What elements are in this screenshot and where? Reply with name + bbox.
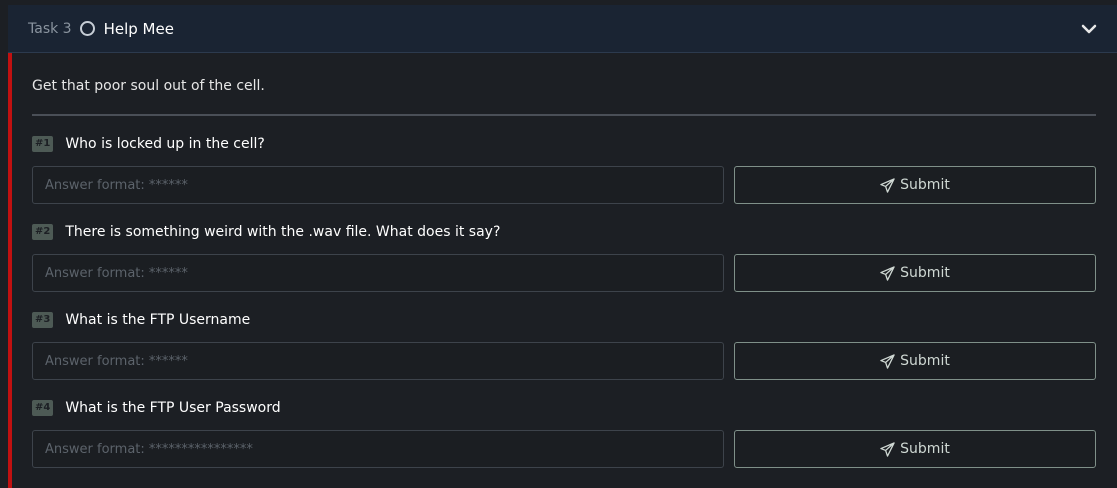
submit-label: Submit	[900, 177, 950, 193]
divider	[32, 114, 1096, 116]
chevron-down-icon[interactable]	[1081, 21, 1097, 37]
answer-input[interactable]	[32, 254, 724, 292]
submit-button[interactable]: Submit	[734, 342, 1096, 380]
task-header[interactable]: Task 3 Help Mee	[8, 5, 1117, 53]
task-body: Get that poor soul out of the cell. #1 W…	[8, 53, 1117, 488]
question-number-badge: #3	[32, 312, 54, 328]
question-text: Who is locked up in the cell?	[65, 136, 265, 152]
submit-label: Submit	[900, 441, 950, 457]
paper-plane-icon	[880, 441, 895, 457]
question-label: #1 Who is locked up in the cell?	[32, 134, 265, 154]
circle-outline-icon	[79, 21, 95, 36]
submit-button[interactable]: Submit	[734, 254, 1096, 292]
paper-plane-icon	[880, 265, 895, 281]
question-number-badge: #2	[32, 224, 54, 240]
task-title: Help Mee	[103, 19, 174, 38]
question-text: What is the FTP User Password	[65, 400, 281, 416]
question-number-badge: #1	[32, 136, 54, 152]
paper-plane-icon	[880, 353, 895, 369]
answer-input[interactable]	[32, 166, 724, 204]
task-label: Task 3	[28, 20, 72, 37]
submit-label: Submit	[900, 265, 950, 281]
question-text: What is the FTP Username	[65, 312, 251, 328]
answer-input[interactable]	[32, 342, 724, 380]
question-label: #2 There is something weird with the .wa…	[32, 222, 500, 242]
submit-label: Submit	[900, 353, 950, 369]
question-label: #3 What is the FTP Username	[32, 310, 250, 330]
question-label: #4 What is the FTP User Password	[32, 398, 281, 418]
paper-plane-icon	[880, 177, 895, 193]
submit-button[interactable]: Submit	[734, 430, 1096, 468]
answer-input[interactable]	[32, 430, 724, 468]
question-number-badge: #4	[32, 400, 54, 416]
question-text: There is something weird with the .wav f…	[65, 224, 501, 240]
submit-button[interactable]: Submit	[734, 166, 1096, 204]
task-intro: Get that poor soul out of the cell.	[32, 78, 265, 94]
